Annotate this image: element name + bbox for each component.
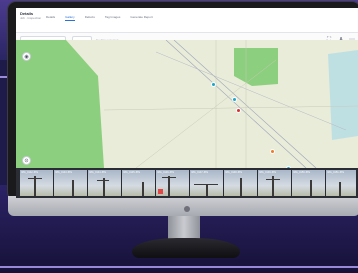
map-canvas — [16, 40, 358, 168]
app-screen: Details Job · Inspection Details Gallery… — [16, 8, 358, 198]
photo-thumbnail[interactable]: IMG_0150.JPG — [292, 170, 325, 196]
decor-line — [0, 266, 358, 268]
map-marker[interactable] — [236, 108, 241, 113]
app-header: Details Job · Inspection Details Gallery… — [16, 8, 358, 33]
map-marker[interactable] — [270, 149, 275, 154]
thumbnail-label: IMG_0146.JPG — [157, 171, 175, 174]
thumbnail-label: IMG_0149.JPG — [259, 171, 277, 174]
tab-defects[interactable]: Defects — [85, 15, 95, 21]
photo-thumbnail[interactable]: IMG_0144.JPG — [88, 170, 121, 196]
map-locate-button[interactable]: ⊙ — [22, 156, 31, 165]
photo-thumbnail[interactable]: IMG_0149.JPG — [258, 170, 291, 196]
photo-thumbnail[interactable]: IMG_0147.JPG — [190, 170, 223, 196]
photo-thumbnail[interactable]: IMG_0142.JPG — [20, 170, 53, 196]
defect-flag-icon — [158, 189, 163, 194]
thumbnail-label: IMG_0151.JPG — [327, 171, 345, 174]
thumbnail-label: IMG_0148.JPG — [225, 171, 243, 174]
tab-gallery[interactable]: Gallery — [65, 15, 75, 21]
photo-thumbnail[interactable]: IMG_0143.JPG — [54, 170, 87, 196]
tab-bar: Details Gallery Defects Tag Images Gener… — [46, 15, 153, 21]
thumbnail-label: IMG_0143.JPG — [55, 171, 73, 174]
monitor-chin — [8, 196, 358, 216]
thumbnail-label: IMG_0147.JPG — [191, 171, 209, 174]
power-button — [184, 206, 190, 212]
water-area — [328, 50, 358, 140]
thumbnail-label: IMG_0145.JPG — [123, 171, 141, 174]
photo-thumbnail[interactable]: IMG_0148.JPG — [224, 170, 257, 196]
photo-thumbnail[interactable]: IMG_0151.JPG — [326, 170, 356, 196]
map-view[interactable]: ◉ ⊙ — [16, 40, 358, 168]
map-marker[interactable] — [232, 97, 237, 102]
map-marker[interactable] — [211, 82, 216, 87]
tab-tag-images[interactable]: Tag Images — [105, 15, 121, 21]
photo-thumbnail[interactable]: IMG_0146.JPG — [156, 170, 189, 196]
monitor-base — [132, 238, 240, 258]
boundary — [103, 105, 358, 111]
page-subtitle: Job · Inspection — [20, 16, 42, 20]
map-layers-button[interactable]: ◉ — [22, 52, 31, 61]
tab-details[interactable]: Details — [46, 15, 55, 21]
green-field — [234, 48, 278, 86]
tab-generate-report[interactable]: Generate Report — [130, 15, 152, 21]
photo-thumbnail[interactable]: IMG_0145.JPG — [122, 170, 155, 196]
photo-filmstrip: IMG_0142.JPG IMG_0143.JPG IMG_0144.JPG I… — [16, 168, 358, 198]
thumbnail-label: IMG_0150.JPG — [293, 171, 311, 174]
thumbnail-label: IMG_0144.JPG — [89, 171, 107, 174]
thumbnail-label: IMG_0142.JPG — [21, 171, 39, 174]
